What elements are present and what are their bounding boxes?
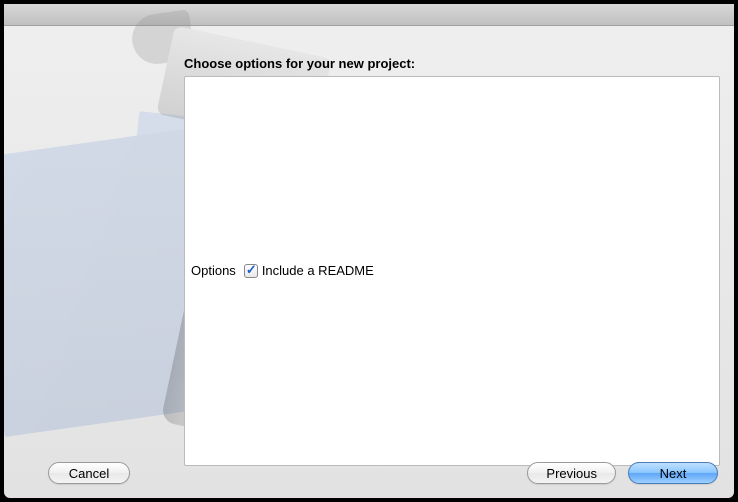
readme-checkbox-label: Include a README xyxy=(262,263,374,278)
titlebar xyxy=(4,4,734,26)
cancel-button[interactable]: Cancel xyxy=(48,462,130,484)
readme-option[interactable]: Include a README xyxy=(244,263,374,278)
readme-checkbox[interactable] xyxy=(244,264,258,278)
dialog-window: Choose options for your new project: Opt… xyxy=(4,4,734,498)
options-panel: Options Include a README xyxy=(184,76,720,466)
button-bar: Cancel Previous Next xyxy=(4,462,734,484)
options-row: Options Include a README xyxy=(191,263,374,278)
options-label: Options xyxy=(191,263,236,278)
content-area: Choose options for your new project: Opt… xyxy=(4,26,734,498)
previous-button[interactable]: Previous xyxy=(527,462,616,484)
page-heading: Choose options for your new project: xyxy=(184,56,415,71)
next-button[interactable]: Next xyxy=(628,462,718,484)
